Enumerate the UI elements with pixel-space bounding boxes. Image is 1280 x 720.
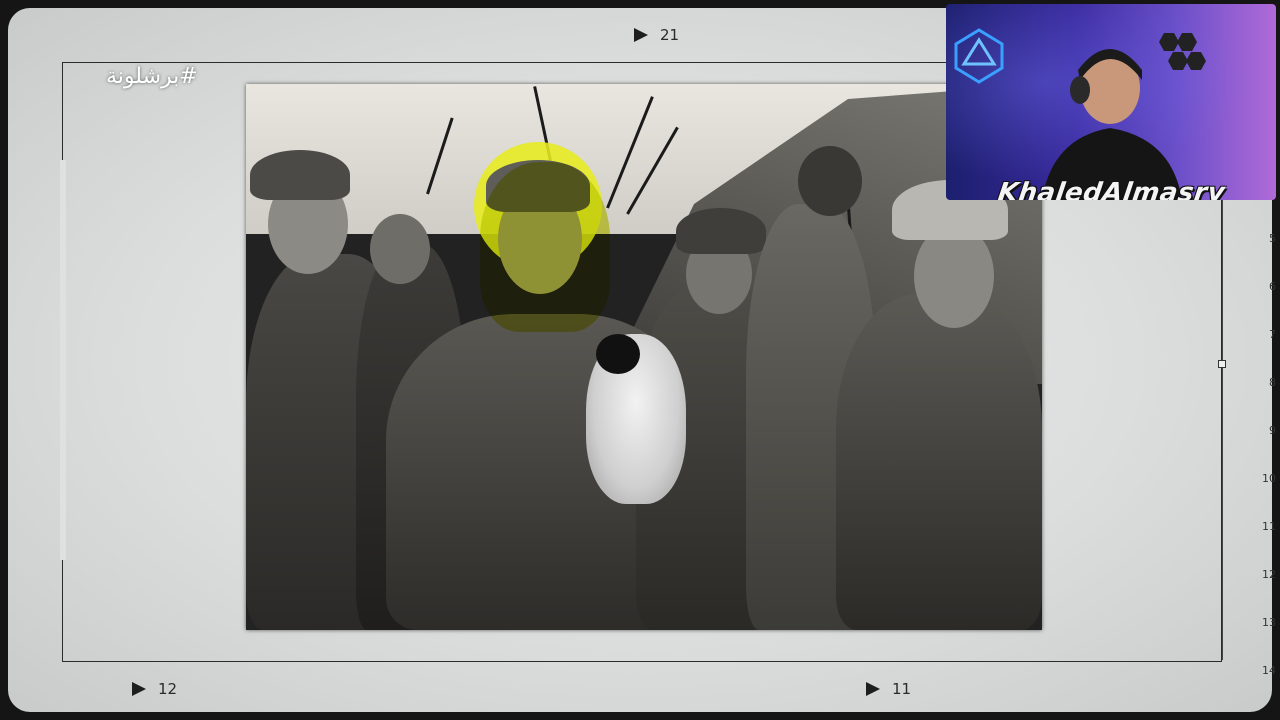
play-triangle-icon (634, 28, 648, 42)
playhead-handle[interactable] (1218, 360, 1226, 368)
webcam-overlay: KhaledAlmasry (946, 4, 1276, 200)
soldier-back-right-head (798, 146, 862, 216)
ruler-tick: 14 (1262, 664, 1276, 677)
ruler-tick: 12 (1262, 568, 1276, 581)
playhead-line (1222, 200, 1223, 660)
soldier-left-cap (250, 150, 350, 200)
archival-photo (246, 84, 1042, 630)
bottom-right-timecode-marker: 11 (866, 680, 911, 698)
soldier-right (836, 294, 1042, 630)
top-marker-label: 21 (660, 26, 680, 44)
ruler-tick: 6 (1269, 280, 1276, 293)
play-triangle-icon (132, 682, 146, 696)
play-triangle-icon (866, 682, 880, 696)
hashtag-caption: #برشلونة (106, 64, 198, 89)
top-timecode-marker: 21 (634, 26, 679, 44)
bottom-left-marker-label: 12 (158, 680, 178, 698)
frame-ruler: 5 6 7 8 9 10 11 12 13 14 (1252, 220, 1276, 690)
streamer-silhouette (1042, 49, 1182, 200)
ruler-tick: 7 (1269, 328, 1276, 341)
ruler-tick: 5 (1269, 232, 1276, 245)
video-frame: 21 12 11 5 6 7 8 9 10 11 12 13 14 #برشلو… (0, 0, 1280, 720)
ruler-tick: 13 (1262, 616, 1276, 629)
puppy-ear (596, 334, 640, 374)
soldier-middle-cap (676, 208, 766, 254)
ruler-tick: 10 (1262, 472, 1276, 485)
soldier-back-head (370, 214, 430, 284)
bottom-right-marker-label: 11 (892, 680, 912, 698)
ruler-tick: 8 (1269, 376, 1276, 389)
highlight-soldier (480, 162, 610, 332)
neon-triangle-logo-icon (954, 28, 1004, 84)
bottom-left-timecode-marker: 12 (132, 680, 177, 698)
ruler-tick: 9 (1269, 424, 1276, 437)
streamer-name: KhaledAlmasry (995, 178, 1227, 200)
ruler-tick: 11 (1262, 520, 1276, 533)
viewfinder-gap (60, 160, 66, 560)
